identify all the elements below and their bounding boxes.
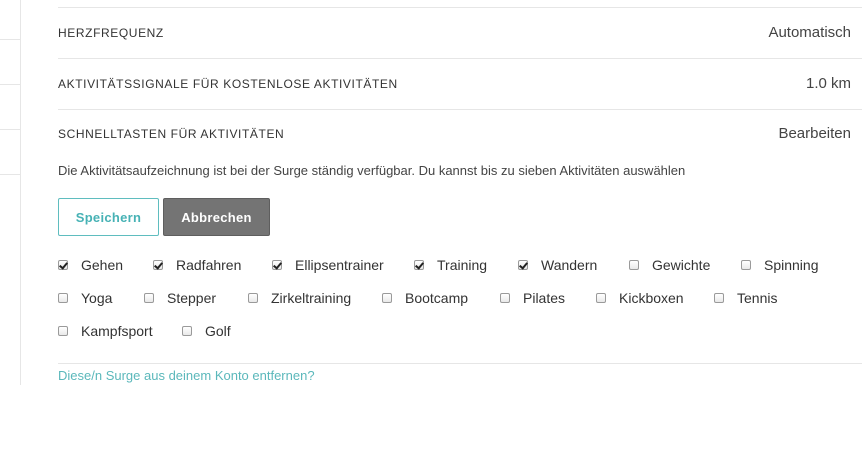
left-sidebar-edge	[0, 0, 21, 385]
activity-label: Zirkeltraining	[271, 290, 352, 306]
activity-signals-value[interactable]: 1.0 km	[806, 59, 851, 109]
activity-checkbox[interactable]: Pilates	[500, 290, 565, 306]
checkbox-icon[interactable]	[153, 260, 163, 270]
checkbox-icon[interactable]	[272, 260, 282, 270]
activity-label: Stepper	[167, 290, 217, 306]
activity-signals-label: AKTIVITÄTSSIGNALE FÜR KOSTENLOSE AKTIVIT…	[58, 77, 398, 91]
activity-checkbox[interactable]: Zirkeltraining	[248, 290, 351, 306]
save-button[interactable]: Speichern	[58, 198, 159, 236]
activity-checkbox[interactable]: Kampfsport	[58, 323, 153, 339]
activity-label: Yoga	[81, 290, 113, 306]
heart-rate-value[interactable]: Automatisch	[768, 8, 851, 58]
activity-label: Radfahren	[176, 257, 242, 273]
activity-checkbox[interactable]: Tennis	[714, 290, 777, 306]
activity-checkbox[interactable]: Golf	[182, 323, 231, 339]
sidebar-divider	[0, 129, 20, 130]
checkbox-icon[interactable]	[414, 260, 424, 270]
activity-label: Gewichte	[652, 257, 711, 273]
activity-checkbox[interactable]: Stepper	[144, 290, 216, 306]
activity-label: Training	[437, 257, 488, 273]
sidebar-divider	[0, 174, 20, 175]
activity-checkbox[interactable]: Yoga	[58, 290, 112, 306]
activity-shortcuts-title: SCHNELLTASTEN FÜR AKTIVITÄTEN	[58, 127, 285, 141]
checkbox-icon[interactable]	[58, 293, 68, 303]
cancel-button[interactable]: Abbrechen	[163, 198, 270, 236]
activity-label: Wandern	[541, 257, 598, 273]
heart-rate-row[interactable]: HERZFREQUENZ Automatisch	[58, 8, 862, 59]
activity-checkbox[interactable]: Radfahren	[153, 257, 241, 273]
activity-label: Gehen	[81, 257, 124, 273]
checkbox-icon[interactable]	[741, 260, 751, 270]
activity-checkbox[interactable]: Gehen	[58, 257, 123, 273]
activity-checkbox[interactable]: Kickboxen	[596, 290, 684, 306]
activity-signals-row[interactable]: AKTIVITÄTSSIGNALE FÜR KOSTENLOSE AKTIVIT…	[58, 59, 862, 110]
divider	[58, 363, 862, 364]
activity-checkbox[interactable]: Wandern	[518, 257, 597, 273]
activity-label: Golf	[205, 323, 231, 339]
sidebar-divider	[0, 84, 20, 85]
activity-label: Kampfsport	[81, 323, 153, 339]
activity-label: Bootcamp	[405, 290, 469, 306]
heart-rate-label: HERZFREQUENZ	[58, 26, 164, 40]
activity-label: Ellipsentrainer	[295, 257, 384, 273]
edit-link[interactable]: Bearbeiten	[778, 125, 851, 142]
checkbox-icon[interactable]	[144, 293, 154, 303]
activity-checkbox[interactable]: Training	[414, 257, 487, 273]
activity-checkbox[interactable]: Spinning	[741, 257, 819, 273]
activity-checkbox[interactable]: Gewichte	[629, 257, 710, 273]
remove-device-link[interactable]: Diese/n Surge aus deinem Konto entfernen…	[58, 368, 315, 383]
checkbox-icon[interactable]	[382, 293, 392, 303]
activity-checkbox[interactable]: Bootcamp	[382, 290, 468, 306]
checkbox-icon[interactable]	[596, 293, 606, 303]
activity-label: Kickboxen	[619, 290, 684, 306]
checkbox-icon[interactable]	[629, 260, 639, 270]
activity-label: Tennis	[737, 290, 778, 306]
checkbox-icon[interactable]	[248, 293, 258, 303]
checkbox-icon[interactable]	[518, 260, 528, 270]
sidebar-divider	[0, 39, 20, 40]
activity-checkbox[interactable]: Ellipsentrainer	[272, 257, 384, 273]
shortcuts-description: Die Aktivitätsaufzeichnung ist bei der S…	[58, 163, 686, 178]
activity-label: Pilates	[523, 290, 566, 306]
checkbox-icon[interactable]	[714, 293, 724, 303]
activity-label: Spinning	[764, 257, 819, 273]
checkbox-icon[interactable]	[58, 260, 68, 270]
checkbox-icon[interactable]	[58, 326, 68, 336]
checkbox-icon[interactable]	[182, 326, 192, 336]
checkbox-icon[interactable]	[500, 293, 510, 303]
